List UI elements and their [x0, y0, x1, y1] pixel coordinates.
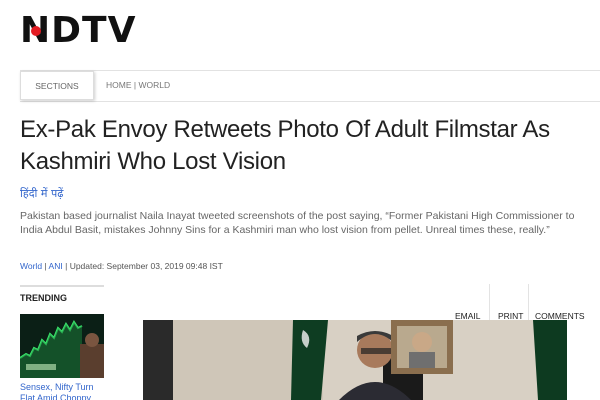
meta-updated: Updated: September 03, 2019 09:48 IST: [69, 261, 223, 271]
article-meta: World | ANI | Updated: September 03, 201…: [20, 261, 223, 271]
breadcrumb-separator: |: [133, 80, 137, 90]
meta-separator: |: [65, 261, 68, 271]
article-photo: [143, 320, 567, 400]
trending-item-caption[interactable]: Sensex, Nifty Turn Flat Amid Choppy: [20, 382, 110, 400]
sections-button[interactable]: SECTIONS: [20, 71, 94, 100]
trending-heading: TRENDING: [20, 293, 67, 303]
breadcrumb-home[interactable]: HOME: [106, 80, 132, 90]
breadcrumb-world[interactable]: WORLD: [138, 80, 170, 90]
meta-separator: |: [44, 261, 47, 271]
logo-red-dot: [30, 26, 41, 36]
hindi-link[interactable]: हिंदी में पढ़ें: [20, 186, 63, 201]
logo-text: NDTV: [20, 13, 136, 49]
breadcrumb: HOME | WORLD: [106, 80, 170, 90]
trending-divider: [20, 285, 104, 287]
article-title: Ex-Pak Envoy Retweets Photo Of Adult Fil…: [20, 116, 550, 175]
meta-category-link[interactable]: World: [20, 261, 42, 271]
trending-thumbnail[interactable]: [20, 314, 104, 378]
share-divider: [489, 284, 490, 320]
article-summary: Pakistan based journalist Naila Inayat t…: [20, 210, 575, 236]
share-divider: [528, 284, 529, 320]
nav-bar: SECTIONS HOME | WORLD: [20, 70, 600, 102]
envoy-press-photo: [143, 320, 567, 400]
stock-board-image: [20, 314, 104, 378]
logo-n: N: [20, 13, 51, 49]
ndtv-logo[interactable]: NDTV: [20, 13, 136, 49]
meta-source-link[interactable]: ANI: [49, 261, 63, 271]
